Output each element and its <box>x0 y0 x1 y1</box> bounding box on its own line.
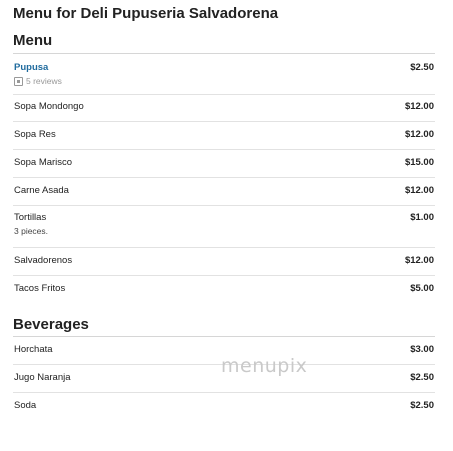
menu-item: Sopa Marisco $15.00 <box>13 157 435 178</box>
menu-item: Carne Asada $12.00 <box>13 185 435 206</box>
menu-item-name: Soda <box>14 400 37 411</box>
menu-item-price: $12.00 <box>404 185 434 196</box>
review-icon <box>14 76 23 86</box>
reviews-count: 5 reviews <box>26 76 62 86</box>
menu-item-price: $2.50 <box>410 62 434 73</box>
menu-item: Sopa Mondongo $12.00 <box>13 101 435 122</box>
menu-item-price: $15.00 <box>404 157 434 168</box>
menu-item-price: $2.50 <box>410 372 434 383</box>
menu-item: Tortillas $1.00 3 pieces. <box>13 212 435 248</box>
menu-item-price: $12.00 <box>404 255 434 266</box>
menu-item: Sopa Res $12.00 <box>13 129 435 150</box>
menu-item-name: Tacos Fritos <box>14 283 66 294</box>
menu-item: Soda $2.50 <box>13 400 435 420</box>
reviews-link[interactable]: 5 reviews <box>14 76 62 86</box>
menu-item-price: $1.00 <box>410 212 434 223</box>
menu-item: Tacos Fritos $5.00 <box>13 283 435 303</box>
menu-item-name-link[interactable]: Pupusa <box>14 62 48 73</box>
menu-item-name: Carne Asada <box>14 185 69 196</box>
page-title: Menu for Deli Pupuseria Salvadorena <box>13 5 279 22</box>
menu-item-name: Tortillas <box>14 212 47 223</box>
menu-item-price: $2.50 <box>410 400 434 411</box>
menu-item-name: Sopa Res <box>14 129 56 140</box>
section-divider <box>13 53 435 54</box>
section-title-beverages: Beverages <box>13 316 89 333</box>
menu-item-name: Jugo Naranja <box>14 372 71 383</box>
menu-item: Salvadorenos $12.00 <box>13 255 435 276</box>
menu-item-price: $12.00 <box>404 101 434 112</box>
menu-item-name: Horchata <box>14 344 53 355</box>
menu-item-price: $3.00 <box>410 344 434 355</box>
menu-item-name: Salvadorenos <box>14 255 73 266</box>
watermark-logo: menupix <box>221 355 308 377</box>
menu-item-name: Sopa Mondongo <box>14 101 84 112</box>
section-divider <box>13 336 435 337</box>
menu-item-price: $12.00 <box>404 129 434 140</box>
section-title-menu: Menu <box>13 32 53 49</box>
menu-item-description: 3 pieces. <box>14 226 49 236</box>
menu-item-pupusa: Pupusa $2.50 5 reviews <box>13 62 435 95</box>
menu-item-name: Sopa Marisco <box>14 157 73 168</box>
menu-item-price: $5.00 <box>410 283 434 294</box>
